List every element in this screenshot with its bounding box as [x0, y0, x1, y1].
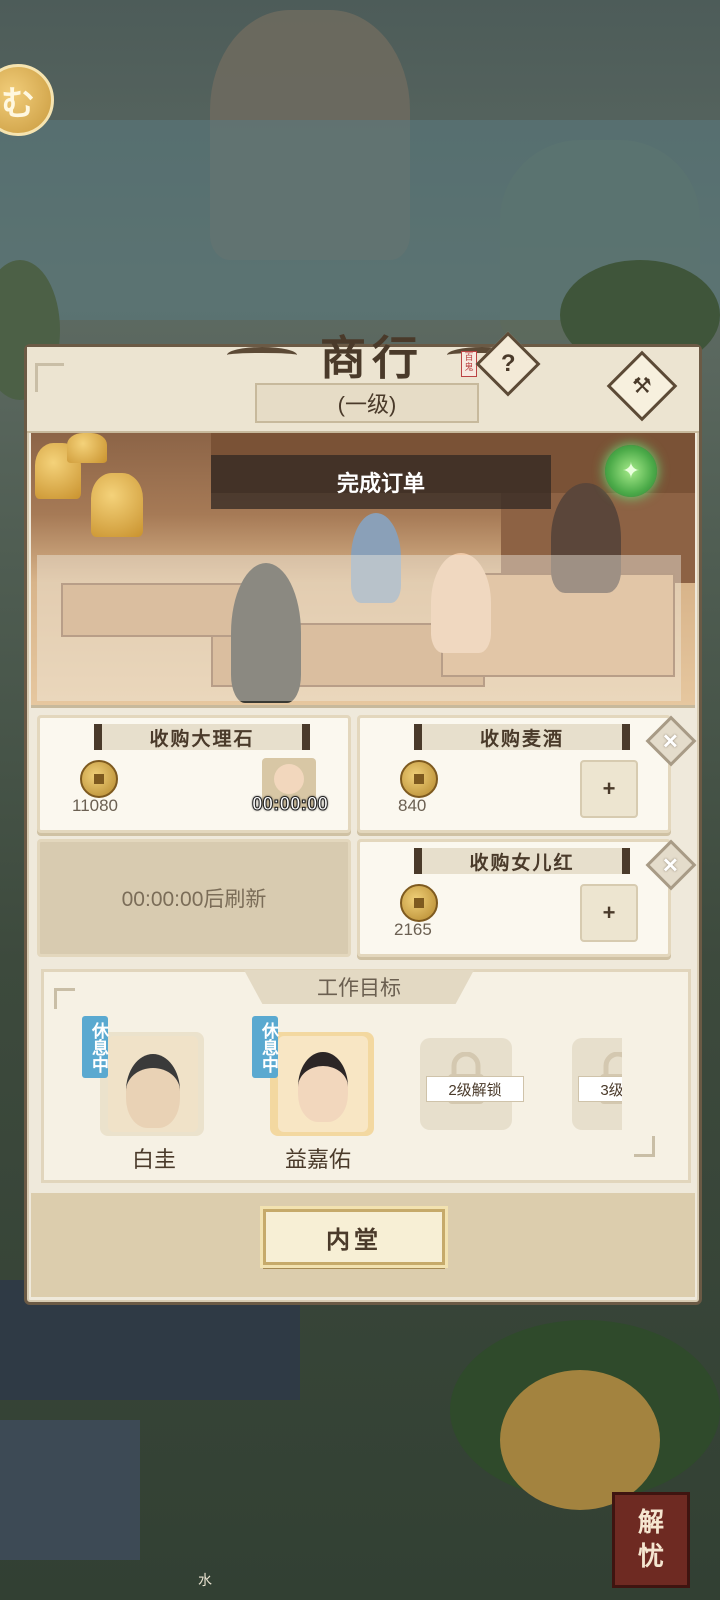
order-title: 收购麦酒 [414, 724, 630, 750]
unlock-level-label: 3级解锁 [578, 1076, 622, 1102]
worker-slot[interactable] [100, 1032, 204, 1136]
trading-house-panel: 商行 百鬼 ? (一级) ⚒ 完成订单 ✦ 收购大理石 11080 00:00:… [24, 331, 702, 1305]
coin-icon [400, 884, 438, 922]
resting-tag: 休息中 [252, 1016, 278, 1078]
locked-slot[interactable]: 2级解锁 [420, 1038, 524, 1130]
locked-slot: 3级解锁 [572, 1038, 622, 1130]
close-icon: × [663, 725, 679, 756]
panel-title: 商行 [320, 331, 424, 385]
worker-name: 白圭 [131, 1147, 176, 1172]
work-target-tab: 工作目标 [244, 970, 474, 1004]
coin-icon [80, 760, 118, 798]
worker-name: 益嘉佑 [284, 1147, 351, 1172]
jieyou-label-bottom: 忧 [637, 1542, 664, 1572]
panel-header: 商行 百鬼 ? (一级) ⚒ [27, 331, 699, 433]
coin-amount: 840 [398, 796, 427, 815]
map-water-label: 水 [198, 1572, 212, 1588]
unlock-level-label: 2级解锁 [426, 1076, 524, 1102]
worker-portrait [108, 1036, 198, 1132]
corner-ornament [634, 1136, 655, 1157]
order-card[interactable]: 收购大理石 11080 00:00:00 [37, 715, 351, 833]
worker-slot[interactable] [270, 1032, 374, 1136]
hammer-icon: ⚒ [632, 372, 652, 398]
orders-grid: 收购大理石 11080 00:00:00 收购麦酒 840 + × 00:00:… [37, 715, 697, 959]
collect-reward-icon[interactable]: ✦ [605, 445, 657, 497]
locked-slot-partial[interactable]: 3级解锁 [572, 1038, 622, 1130]
shop-scene: 完成订单 ✦ [31, 433, 695, 708]
refresh-slot: 00:00:00后刷新 [37, 839, 351, 957]
work-target-section: 工作目标 休息中 白圭 休息中 益嘉佑 2级解锁 3级 [41, 969, 691, 1183]
order-card[interactable]: 收购女儿红 2165 + [357, 839, 671, 957]
coin-amount: 2165 [394, 920, 432, 939]
upgrade-button[interactable]: ⚒ [606, 350, 678, 422]
refresh-timer: 00:00:00后刷新 [121, 888, 267, 911]
assign-worker-button[interactable]: + [580, 884, 638, 942]
inner-hall-button[interactable]: 内堂 [263, 1209, 445, 1265]
order-card[interactable]: 收购麦酒 840 + [357, 715, 671, 833]
coin-icon [400, 760, 438, 798]
level-label: (一级) [255, 383, 479, 423]
order-title: 收购大理石 [94, 724, 310, 750]
order-timer: 00:00:00 [251, 794, 329, 816]
bell-icon [91, 473, 143, 537]
corner-ornament [54, 988, 75, 1009]
coin-amount: 11080 [72, 796, 119, 815]
panel-footer: 内堂 [31, 1193, 695, 1297]
corner-ornament [35, 363, 64, 392]
worker-portrait [278, 1036, 368, 1132]
title-swirl-left [227, 347, 297, 363]
scene-fade [37, 555, 681, 701]
jieyou-label-top: 解 [637, 1508, 664, 1538]
assign-worker-button[interactable]: + [580, 760, 638, 818]
question-icon: ? [500, 349, 516, 377]
close-icon: × [663, 849, 679, 880]
order-title: 收购女儿红 [414, 848, 630, 874]
complete-order-banner[interactable]: 完成订单 [211, 455, 551, 509]
jieyou-button[interactable]: 解 忧 [612, 1492, 690, 1588]
resting-tag: 休息中 [82, 1016, 108, 1078]
bell-icon [67, 433, 107, 463]
